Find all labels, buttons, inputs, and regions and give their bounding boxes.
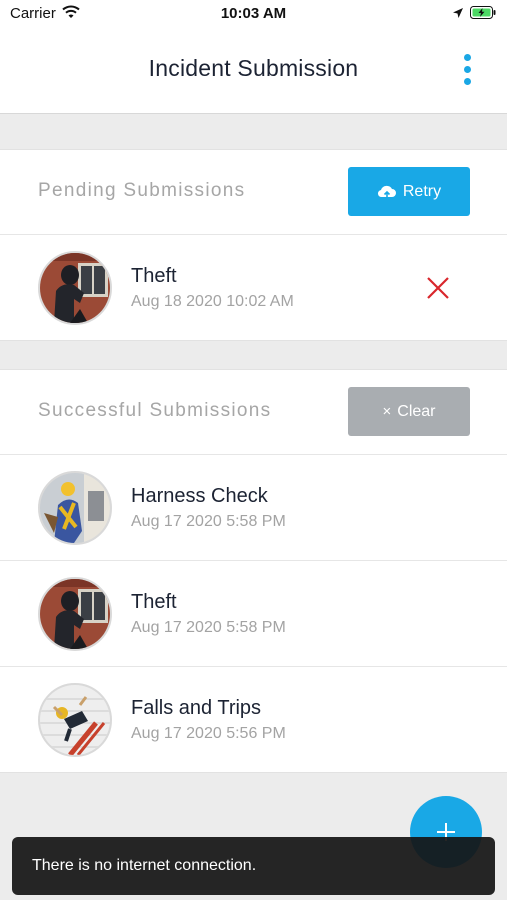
successful-section-title: Successful Submissions: [38, 400, 272, 421]
clear-button[interactable]: × Clear: [348, 387, 470, 436]
toast-message: There is no internet connection.: [32, 857, 257, 874]
close-icon: ×: [382, 403, 392, 420]
submission-title: Falls and Trips: [131, 697, 262, 719]
successful-submission-row[interactable]: Harness Check Aug 17 2020 5:58 PM: [0, 455, 507, 561]
retry-button[interactable]: Retry: [348, 167, 470, 216]
successful-submission-row[interactable]: Falls and Trips Aug 17 2020 5:56 PM: [0, 667, 507, 772]
submission-title: Theft: [131, 265, 177, 287]
cloud-upload-icon: [377, 184, 397, 200]
menu-dot: [464, 66, 471, 73]
successful-section-header: Successful Submissions × Clear: [0, 370, 507, 455]
submission-date: Aug 17 2020 5:58 PM: [131, 619, 286, 636]
theft-photo: [38, 577, 112, 651]
clock: 10:03 AM: [220, 5, 287, 22]
submission-title: Theft: [131, 591, 177, 613]
submission-date: Aug 17 2020 5:58 PM: [131, 513, 286, 530]
delete-submission-button[interactable]: [426, 276, 450, 300]
connection-toast: There is no internet connection.: [12, 837, 495, 895]
page-title: Incident Submission: [148, 55, 359, 81]
pending-section-title: Pending Submissions: [38, 180, 246, 201]
successful-section: Successful Submissions × Clear Harness C…: [0, 369, 507, 773]
pending-submission-row[interactable]: Theft Aug 18 2020 10:02 AM: [0, 235, 507, 340]
submission-date: Aug 17 2020 5:56 PM: [131, 725, 286, 742]
location-arrow-icon: [452, 6, 464, 24]
successful-submission-row[interactable]: Theft Aug 17 2020 5:58 PM: [0, 561, 507, 667]
close-icon: [427, 277, 449, 299]
more-vertical-icon: [464, 54, 471, 61]
app-header: Incident Submission: [0, 28, 507, 114]
pending-section: Pending Submissions Retry Theft Aug 18 2…: [0, 149, 507, 341]
status-bar: Carrier 10:03 AM: [0, 0, 507, 28]
theft-photo: [38, 251, 112, 325]
pending-section-header: Pending Submissions Retry: [0, 150, 507, 235]
harness-photo: [38, 471, 112, 545]
submission-date: Aug 18 2020 10:02 AM: [131, 293, 294, 310]
submission-title: Harness Check: [131, 485, 268, 507]
fall-photo: [38, 683, 112, 757]
retry-label: Retry: [402, 182, 442, 200]
clear-label: Clear: [397, 402, 436, 420]
battery-charging-icon: [470, 6, 496, 24]
menu-dot: [464, 78, 471, 85]
more-options-button[interactable]: [454, 50, 482, 90]
